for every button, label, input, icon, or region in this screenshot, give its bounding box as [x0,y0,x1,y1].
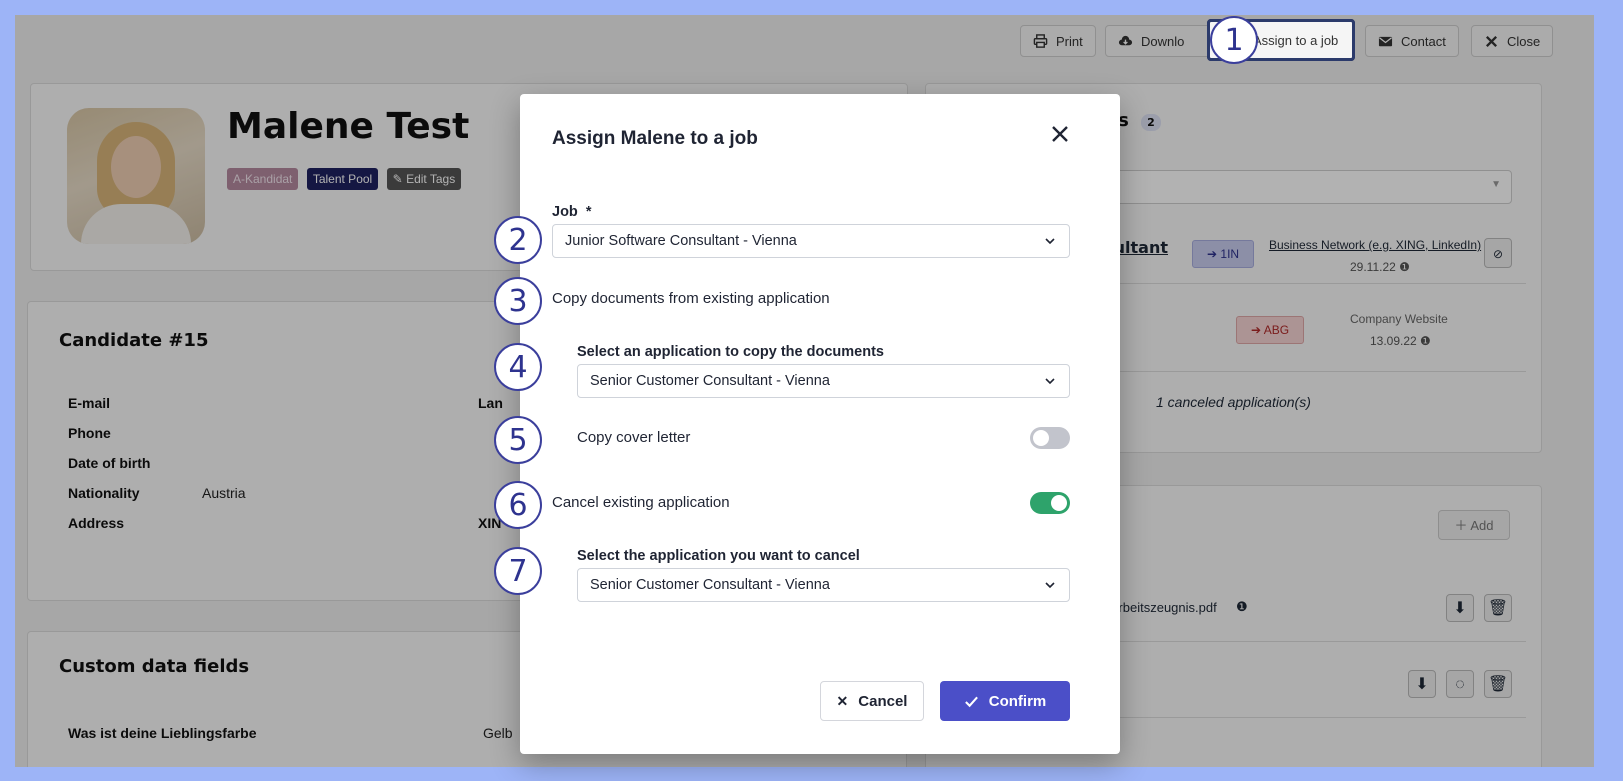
copy-cover-letter-label: Copy cover letter [577,429,691,446]
assign-modal: Assign Malene to a job Job * Junior Soft… [520,94,1120,754]
job-select-value: Junior Software Consultant - Vienna [565,233,797,249]
modal-close-icon[interactable] [1048,122,1072,146]
step-marker-2: 2 [494,216,542,264]
chevron-down-icon [1045,238,1055,245]
cancel-select-label: Select the application you want to cance… [577,548,860,564]
cancel-existing-label: Cancel existing application [552,494,730,511]
step-marker-1: 1 [1210,16,1258,64]
x-icon: ✕ [836,692,849,709]
cancel-select-value: Senior Customer Consultant - Vienna [590,577,830,593]
copy-select-value: Senior Customer Consultant - Vienna [590,373,830,389]
cancel-label: Cancel [858,692,908,710]
required-marker: * [585,204,592,220]
confirm-label: Confirm [988,692,1047,710]
copy-documents-label: Copy documents from existing application [552,290,830,307]
job-label: Job * [552,204,592,220]
job-select[interactable]: Junior Software Consultant - Vienna [552,224,1070,258]
step-marker-7: 7 [494,547,542,595]
chevron-down-icon [1045,378,1055,385]
cancel-existing-toggle[interactable] [1030,492,1070,514]
copy-select-label: Select an application to copy the docume… [577,344,884,360]
step-marker-3: 3 [494,277,542,325]
chevron-down-icon [1045,582,1055,589]
cancel-application-select[interactable]: Senior Customer Consultant - Vienna [577,568,1070,602]
cancel-button[interactable]: ✕ Cancel [820,681,924,721]
step-marker-5: 5 [494,416,542,464]
copy-cover-letter-toggle[interactable] [1030,427,1070,449]
modal-title: Assign Malene to a job [552,128,758,149]
assign-label: Assign to a job [1253,32,1339,48]
step-marker-4: 4 [494,343,542,391]
check-icon [964,696,978,707]
copy-application-select[interactable]: Senior Customer Consultant - Vienna [577,364,1070,398]
confirm-button[interactable]: Confirm [940,681,1070,721]
step-marker-6: 6 [494,481,542,529]
